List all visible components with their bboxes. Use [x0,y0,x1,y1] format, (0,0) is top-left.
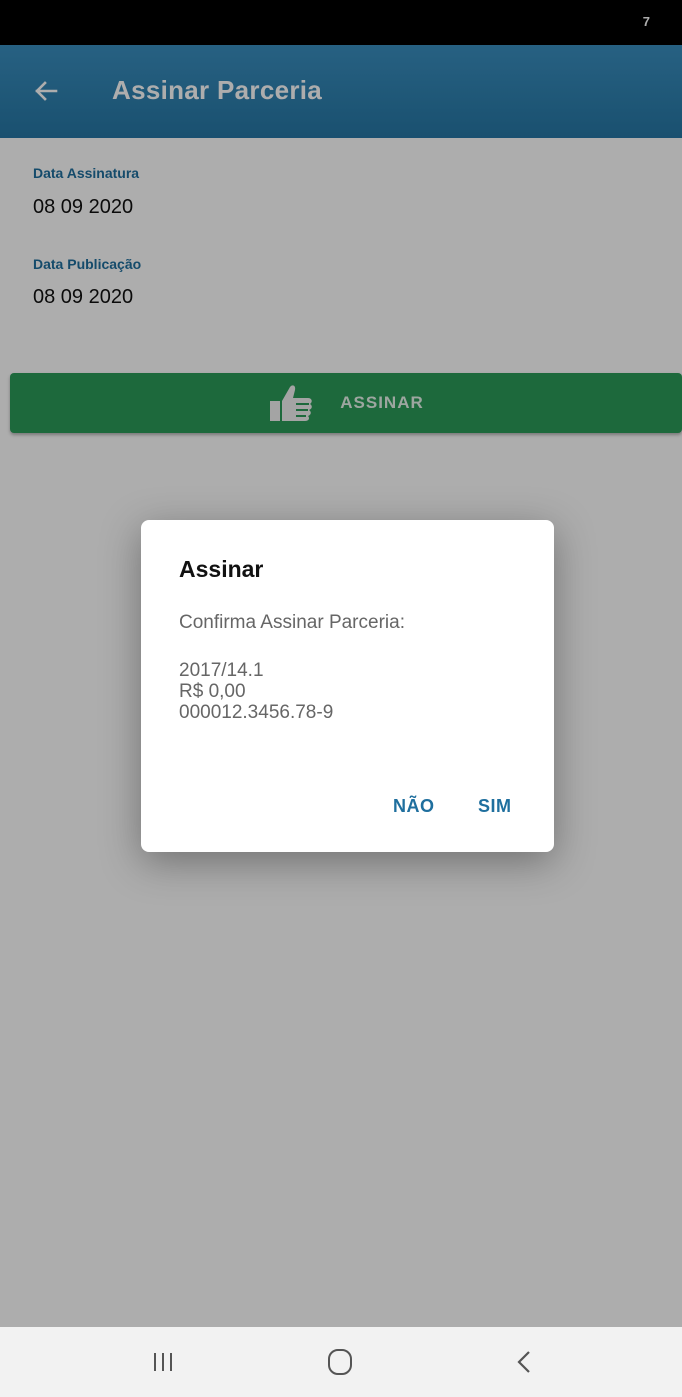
partnership-number: 2017/14.1 [179,660,264,681]
partnership-amount: R$ 0,00 [179,681,246,702]
system-nav-bar [0,1327,682,1397]
dialog-message: Confirma Assinar Parceria: [179,612,405,633]
no-button[interactable]: NÃO [393,796,435,817]
screen: 7 Assinar Parceria Data Assinatura 08 09… [0,0,682,1397]
dialog-title: Assinar [179,556,264,582]
home-icon[interactable] [320,1345,360,1379]
recents-icon[interactable] [143,1345,183,1379]
dialog-details: 2017/14.1 R$ 0,00 000012.3456.78-9 [179,660,333,723]
partnership-code: 000012.3456.78-9 [179,702,334,723]
yes-button[interactable]: SIM [478,796,512,817]
chevron-left-icon[interactable] [505,1345,545,1379]
confirm-dialog: Assinar Confirma Assinar Parceria: 2017/… [141,520,554,852]
